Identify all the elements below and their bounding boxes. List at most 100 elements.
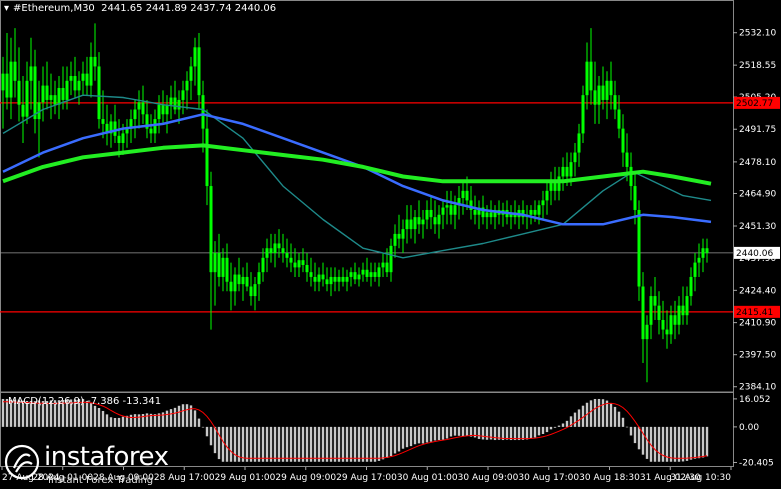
macd-bar: [661, 426, 665, 462]
price-tick-label: 2424.40: [739, 286, 776, 296]
macd-bar: [193, 410, 197, 427]
candle-body: [681, 305, 685, 316]
instaforex-logo-icon: [4, 444, 40, 480]
macd-bar: [133, 414, 137, 427]
candle-body: [589, 61, 593, 91]
macd-bar: [109, 417, 113, 427]
candle-body: [645, 324, 649, 340]
candle-body: [85, 73, 89, 86]
candle-body: [257, 272, 261, 285]
macd-bar: [441, 426, 445, 440]
macd-bar: [417, 426, 421, 444]
candle-body: [53, 95, 57, 105]
candle-body: [425, 209, 429, 220]
macd-tick-label: 0.00: [739, 423, 759, 433]
candle-body: [293, 262, 297, 268]
macd-bar: [385, 426, 389, 458]
macd-bar: [233, 426, 237, 462]
macd-bar: [185, 404, 189, 427]
macd-bar: [545, 426, 549, 433]
macd-bar: [277, 426, 281, 462]
level-tag-label: 2415.41: [736, 308, 773, 318]
macd-bar: [561, 423, 565, 427]
macd-bar: [525, 426, 529, 440]
macd-bar: [577, 409, 581, 427]
macd-bar: [365, 426, 369, 462]
macd-bar: [437, 426, 441, 441]
candle-body: [213, 253, 217, 273]
macd-bar: [297, 426, 301, 462]
candle-body: [677, 305, 681, 325]
candle-body: [137, 102, 141, 110]
candle-body: [453, 205, 457, 215]
candle-body: [113, 121, 117, 136]
macd-bar: [245, 426, 249, 462]
price-chart: 2532.102518.552505.202491.752478.102464.…: [0, 0, 781, 489]
macd-bar: [481, 426, 485, 440]
candle-body: [613, 95, 617, 110]
candle-body: [633, 186, 637, 210]
candle-body: [365, 269, 369, 277]
macd-bar: [169, 409, 173, 427]
macd-bar: [361, 426, 365, 462]
macd-bar: [685, 426, 689, 461]
macd-bar: [609, 403, 613, 427]
candle-body: [169, 97, 173, 105]
candle-body: [377, 267, 381, 277]
candle-body: [653, 296, 657, 306]
candle-body: [605, 80, 609, 100]
candle-body: [565, 166, 569, 177]
macd-bar: [537, 426, 541, 436]
candle-body: [421, 219, 425, 225]
candle-body: [173, 97, 177, 110]
macd-bar: [617, 411, 621, 427]
candle-body: [545, 190, 549, 201]
macd-bar: [377, 426, 381, 461]
macd-bar: [285, 426, 289, 462]
macd-bar: [253, 426, 257, 462]
candle-body: [237, 274, 241, 285]
macd-bar: [521, 426, 525, 440]
candle-body: [301, 260, 305, 265]
candle-body: [529, 209, 533, 215]
symbol-label: #Ethereum,M30: [13, 3, 95, 14]
candle-body: [265, 248, 269, 258]
time-tick-label: 30 Aug 01:00: [397, 473, 458, 483]
macd-bar: [533, 426, 537, 438]
candle-body: [269, 248, 273, 254]
candle-body: [73, 76, 77, 91]
macd-bar: [405, 426, 409, 448]
candle-body: [673, 315, 677, 325]
candle-body: [197, 47, 201, 96]
candle-body: [621, 128, 625, 153]
macd-bar: [477, 426, 481, 439]
candle-body: [321, 274, 325, 280]
macd-bar: [141, 414, 145, 427]
candle-body: [441, 207, 445, 215]
macd-bar: [701, 426, 705, 458]
candle-body: [637, 209, 641, 287]
candle-body: [433, 217, 437, 225]
candle-body: [121, 133, 125, 143]
candle-body: [573, 152, 577, 163]
candle-body: [149, 128, 153, 134]
dropdown-triangle-icon[interactable]: ▾: [4, 3, 9, 14]
macd-bar: [313, 426, 317, 462]
macd-bar: [541, 426, 545, 435]
macd-bar: [677, 426, 681, 462]
candle-body: [33, 66, 37, 120]
time-tick-label: 31 Aug 10:30: [670, 473, 731, 483]
macd-bar: [165, 410, 169, 427]
candle-body: [489, 212, 493, 218]
level-tag-label: 2502.77: [736, 99, 773, 109]
macd-bar: [257, 426, 261, 462]
candle-body: [69, 76, 73, 81]
macd-bar: [181, 404, 185, 427]
candle-body: [689, 276, 693, 297]
candle-body: [65, 80, 69, 100]
candle-body: [537, 205, 541, 215]
candle-body: [429, 209, 433, 218]
candle-body: [193, 47, 197, 67]
macd-bar: [289, 426, 293, 462]
macd-bar: [349, 426, 353, 462]
